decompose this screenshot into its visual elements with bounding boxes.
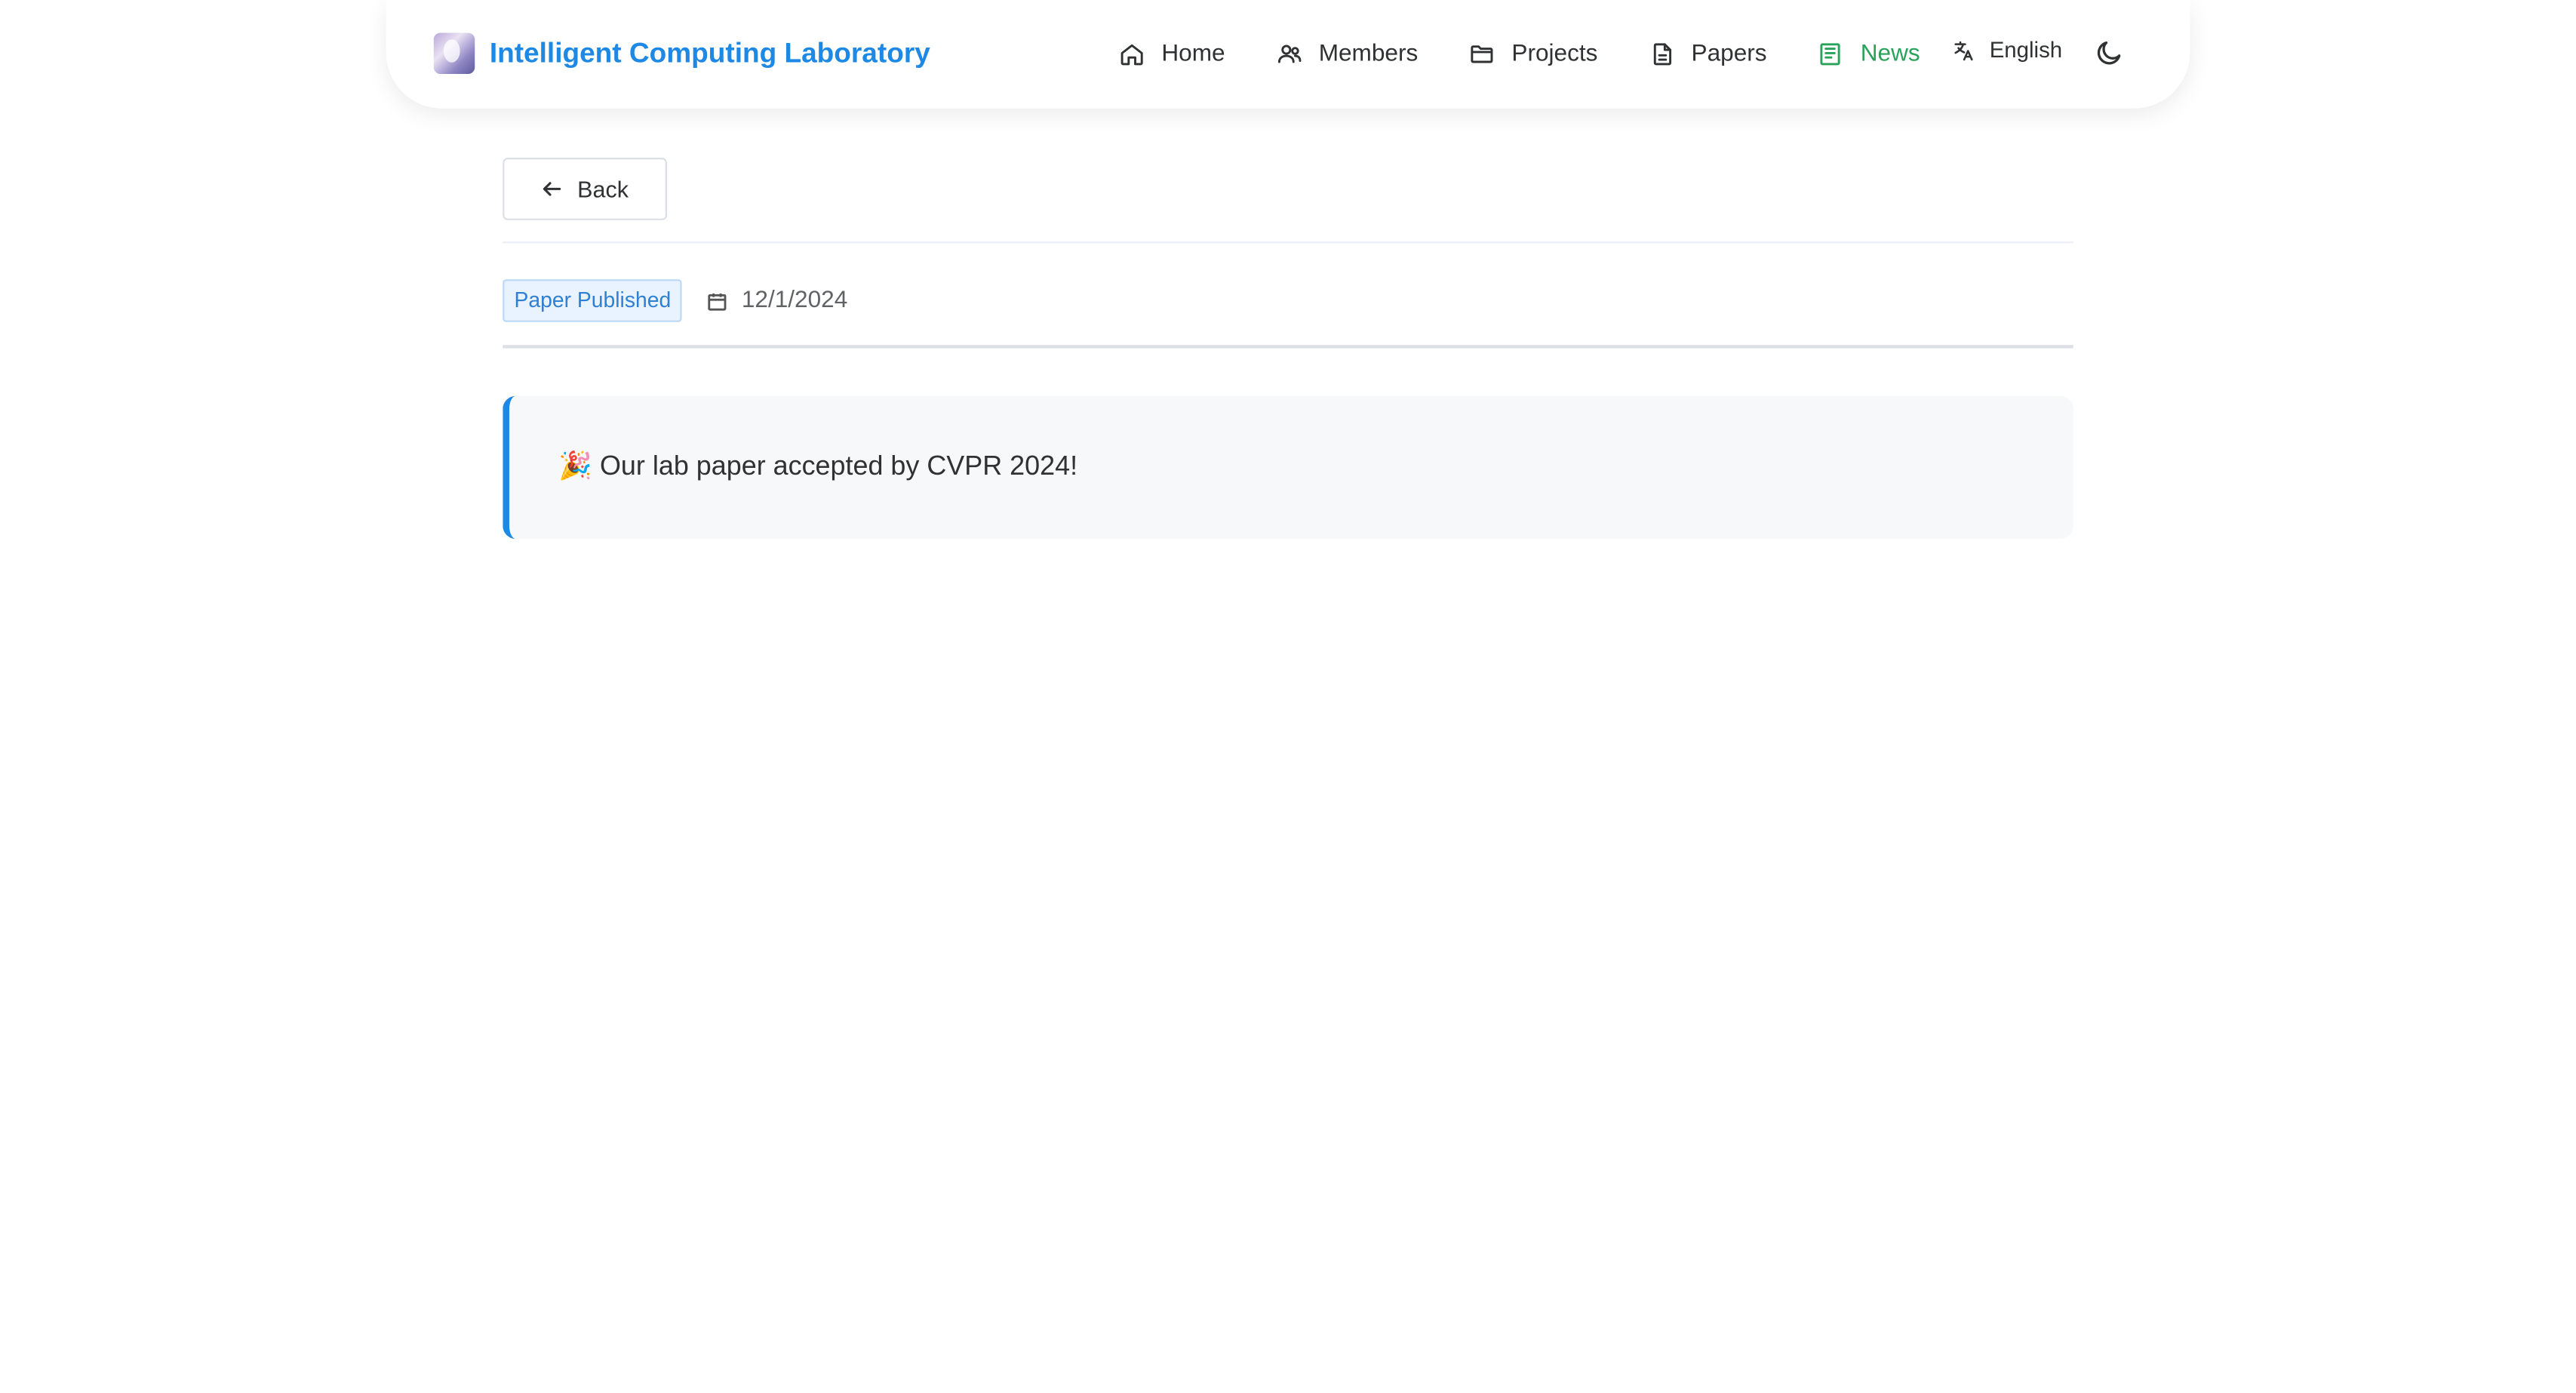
nav-item-papers[interactable]: Papers xyxy=(1649,21,1767,87)
theme-toggle-button[interactable] xyxy=(2095,38,2124,67)
brand-link[interactable]: Intelligent Computing Laboratory xyxy=(433,32,930,74)
language-switcher[interactable]: English xyxy=(1952,38,2062,63)
category-tag: Paper Published xyxy=(503,279,683,322)
nav-item-members[interactable]: Members xyxy=(1276,21,1418,87)
folder-icon xyxy=(1469,41,1495,67)
nav-item-label: News xyxy=(1860,41,1920,68)
news-meta: Paper Published 12/1/2024 xyxy=(503,279,847,322)
nav-item-label: Projects xyxy=(1511,41,1598,68)
newspaper-icon xyxy=(1818,41,1844,67)
users-icon xyxy=(1276,41,1302,67)
meta-divider xyxy=(503,345,2073,349)
nav-item-projects[interactable]: Projects xyxy=(1469,21,1598,87)
news-content: 🎉 Our lab paper accepted by CVPR 2024! xyxy=(558,451,1078,481)
translate-icon xyxy=(1952,38,1975,61)
nav-item-label: Papers xyxy=(1691,41,1767,68)
news-date: 12/1/2024 xyxy=(707,288,847,314)
moon-icon xyxy=(2095,38,2124,67)
top-navbar: Intelligent Computing Laboratory Home Me… xyxy=(386,0,2190,109)
back-button-label: Back xyxy=(577,175,629,202)
divider xyxy=(503,241,2073,244)
date-text: 12/1/2024 xyxy=(741,288,848,314)
nav-item-news[interactable]: News xyxy=(1818,21,1920,87)
nav-item-label: Members xyxy=(1318,41,1419,68)
arrow-left-icon xyxy=(541,177,564,200)
calendar-icon xyxy=(707,290,728,311)
home-icon xyxy=(1119,41,1145,67)
nav-item-label: Home xyxy=(1161,41,1225,68)
language-label: English xyxy=(1989,38,2063,63)
lab-logo xyxy=(433,32,475,74)
news-content-card: 🎉 Our lab paper accepted by CVPR 2024! xyxy=(503,395,2073,540)
back-button[interactable]: Back xyxy=(503,158,667,220)
document-icon xyxy=(1649,41,1675,67)
main-nav: Home Members Projects Papers News xyxy=(1119,0,1971,109)
nav-item-home[interactable]: Home xyxy=(1119,21,1225,87)
brand-title: Intelligent Computing Laboratory xyxy=(489,36,930,69)
